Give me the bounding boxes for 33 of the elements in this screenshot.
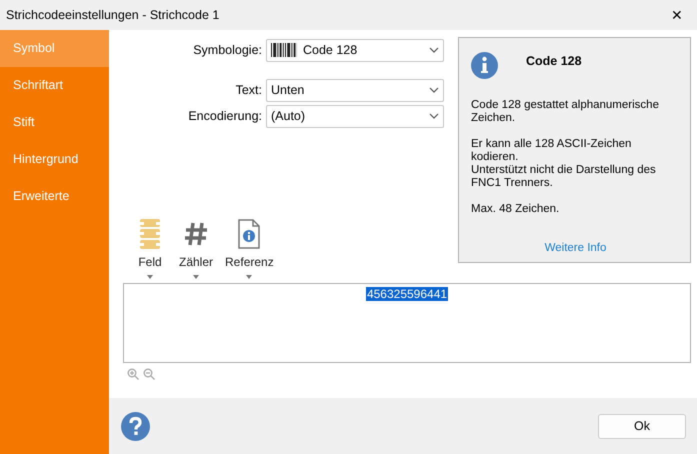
dropdown[interactable]: Code 128: [266, 38, 444, 62]
field-label: Symbologie:: [193, 43, 262, 57]
chevron-down-icon: [429, 47, 439, 53]
chevron-down-icon: [429, 87, 439, 93]
zoom-in-icon[interactable]: [127, 368, 139, 380]
zoom-out-icon[interactable]: [143, 368, 155, 380]
text-editor[interactable]: 456325596441: [123, 283, 691, 363]
toolbar-button[interactable]: Referenz: [225, 219, 274, 279]
more-info-link[interactable]: Weitere Info: [471, 242, 680, 254]
toolbar-button[interactable]: Feld: [133, 219, 167, 279]
info-text: Code 128 gestattet alphanumerische Zeichen.: [471, 99, 660, 125]
info-icon: [471, 52, 498, 79]
field-label: Text:: [236, 83, 262, 97]
info-text: Unterstützt nicht die Darstellung des FNC1 Trenners.: [471, 164, 657, 190]
caret-icon: [246, 275, 252, 279]
document-info-icon: [237, 219, 262, 249]
toolbar-button[interactable]: Zähler: [179, 219, 214, 279]
database-icon: [138, 219, 162, 249]
info-title: Code 128: [526, 54, 582, 70]
field-label: Encodierung:: [188, 109, 262, 123]
window-title: Strichcodeeinstellungen - Strichcode 1: [6, 8, 220, 22]
close-button[interactable]: ✕: [657, 6, 697, 24]
info-text: Er kann alle 128 ASCII-Zeichen kodieren.: [471, 138, 632, 164]
barcode-icon: [271, 43, 297, 57]
chevron-down-icon: [429, 113, 439, 119]
help-icon[interactable]: [121, 412, 150, 440]
ok-button[interactable]: Ok: [598, 414, 686, 438]
caret-icon: [147, 275, 153, 279]
dropdown[interactable]: (Auto): [266, 104, 444, 128]
info-text: Max. 48 Zeichen.: [471, 203, 560, 216]
caret-icon: [193, 275, 199, 279]
dropdown[interactable]: Unten: [266, 78, 444, 102]
editor-text: 456325596441: [366, 287, 448, 301]
